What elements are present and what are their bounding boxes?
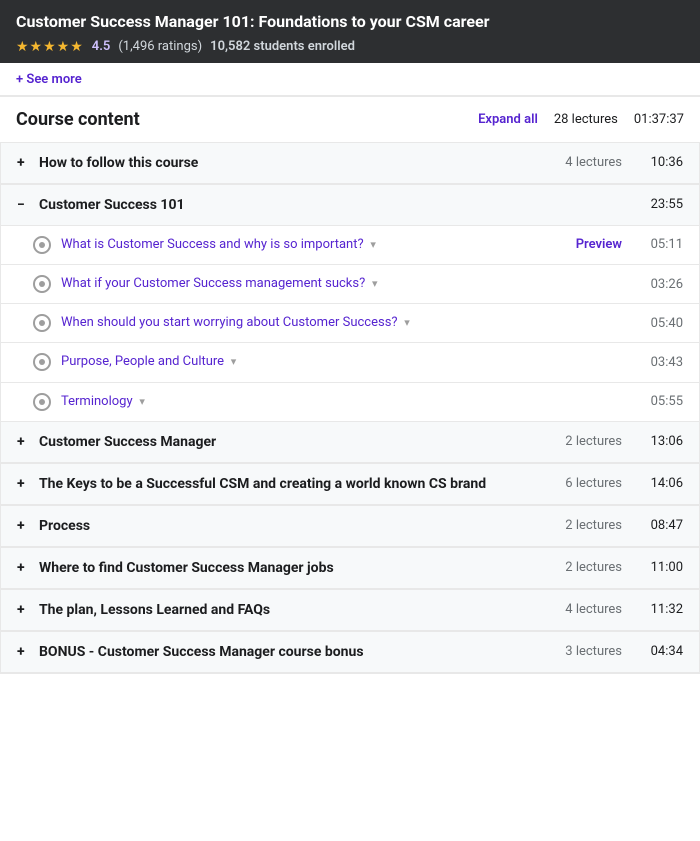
- lecture-item: What is Customer Success and why is so i…: [1, 226, 699, 265]
- section-name-1: How to follow this course: [39, 155, 565, 171]
- lecture-duration: 03:43: [638, 355, 683, 370]
- course-header: Customer Success Manager 101: Foundation…: [0, 0, 700, 63]
- section-header-5[interactable]: + Process2 lectures 08:47: [1, 506, 699, 547]
- section-lecture-count-4: 6 lectures: [565, 476, 622, 491]
- lecture-title[interactable]: When should you start worrying about Cus…: [61, 314, 638, 332]
- section-duration-3: 13:06: [638, 434, 683, 449]
- dropdown-arrow-icon: ▾: [402, 316, 410, 329]
- section-toggle-6: +: [17, 560, 29, 576]
- section-duration-4: 14:06: [638, 476, 683, 491]
- section-name-8: BONUS - Customer Success Manager course …: [39, 644, 565, 660]
- dropdown-arrow-icon: ▾: [228, 355, 236, 368]
- sections-container: +How to follow this course4 lectures10:3…: [0, 143, 700, 674]
- lecture-item: Terminology ▾05:55: [1, 383, 699, 421]
- section-header-7[interactable]: + The plan, Lessons Learned and FAQs4 lec…: [1, 590, 699, 631]
- lecture-icon: [33, 275, 51, 293]
- section-header-8[interactable]: + BONUS - Customer Success Manager course…: [1, 632, 699, 673]
- section-lecture-count-1: 4 lectures: [565, 155, 622, 170]
- lecture-duration: 05:40: [638, 316, 683, 331]
- section-name-7: The plan, Lessons Learned and FAQs: [39, 602, 565, 618]
- section-lecture-count-6: 2 lectures: [565, 560, 622, 575]
- lecture-duration: 03:26: [638, 277, 683, 292]
- section-toggle-3: +: [17, 434, 29, 450]
- lecture-icon: [33, 353, 51, 371]
- course-meta: ★★★★★ 4.5 (1,496 ratings) 10,582 student…: [16, 39, 684, 55]
- section-name-2: Customer Success 101: [39, 197, 622, 213]
- section-4: + The Keys to be a Successful CSM and cre…: [0, 464, 700, 506]
- preview-badge[interactable]: Preview: [576, 237, 622, 252]
- lecture-title[interactable]: Purpose, People and Culture ▾: [61, 353, 638, 371]
- ratings-count: (1,496 ratings): [118, 39, 202, 54]
- expand-all-button[interactable]: Expand all: [478, 112, 538, 127]
- section-name-3: Customer Success Manager: [39, 434, 565, 450]
- section-name-6: Where to find Customer Success Manager j…: [39, 560, 565, 576]
- lecture-icon: [33, 393, 51, 411]
- enrolled-count: 10,582 students enrolled: [210, 39, 355, 54]
- section-name-5: Process: [39, 518, 565, 534]
- section-3: + Customer Success Manager2 lectures 13:06: [0, 422, 700, 464]
- section-name-4: The Keys to be a Successful CSM and crea…: [39, 476, 565, 492]
- section-toggle-8: +: [17, 644, 29, 660]
- section-duration-8: 04:34: [638, 644, 683, 659]
- section-8: + BONUS - Customer Success Manager course…: [0, 632, 700, 674]
- section-header-4[interactable]: + The Keys to be a Successful CSM and cre…: [1, 464, 699, 505]
- dropdown-arrow-icon: ▾: [369, 277, 377, 290]
- dropdown-arrow-icon: ▾: [137, 395, 145, 408]
- rating-value: 4.5: [92, 39, 111, 54]
- section-header-6[interactable]: + Where to find Customer Success Manager …: [1, 548, 699, 589]
- see-more-bar: + See more: [0, 63, 700, 96]
- section-lecture-count-8: 3 lectures: [565, 644, 622, 659]
- section-duration-2: 23:55: [638, 197, 683, 212]
- section-6: + Where to find Customer Success Manager …: [0, 548, 700, 590]
- lecture-item: Purpose, People and Culture ▾03:43: [1, 343, 699, 382]
- lecture-title[interactable]: What if your Customer Success management…: [61, 275, 638, 293]
- dropdown-arrow-icon: ▾: [368, 238, 376, 251]
- lecture-icon: [33, 236, 51, 254]
- section-header-3[interactable]: + Customer Success Manager2 lectures 13:06: [1, 422, 699, 463]
- lecture-icon: [33, 314, 51, 332]
- section-toggle-4: +: [17, 476, 29, 492]
- section-lecture-count-5: 2 lectures: [565, 518, 622, 533]
- section-lecture-count-7: 4 lectures: [565, 602, 622, 617]
- course-content-header: Course content Expand all 28 lectures 01…: [0, 96, 700, 143]
- lecture-duration: 05:11: [638, 237, 683, 252]
- total-duration: 01:37:37: [634, 112, 684, 127]
- lecture-title[interactable]: What is Customer Success and why is so i…: [61, 236, 576, 254]
- section-2: −Customer Success 101 23:55 What is Custom…: [0, 185, 700, 422]
- section-5: + Process2 lectures 08:47: [0, 506, 700, 548]
- lecture-item: When should you start worrying about Cus…: [1, 304, 699, 343]
- section-header-1[interactable]: + How to follow this course4 lectures 10:3…: [1, 143, 699, 184]
- section-toggle-1: +: [17, 155, 29, 171]
- star-icons: ★★★★★: [16, 39, 84, 55]
- section-1: + How to follow this course4 lectures 10:3…: [0, 143, 700, 185]
- see-more-link[interactable]: + See more: [16, 72, 82, 87]
- section-duration-5: 08:47: [638, 518, 683, 533]
- course-content-title: Course content: [16, 109, 478, 130]
- course-title: Customer Success Manager 101: Foundation…: [16, 12, 684, 33]
- section-toggle-5: +: [17, 518, 29, 534]
- section-duration-6: 11:00: [638, 560, 683, 575]
- section-toggle-7: +: [17, 602, 29, 618]
- section-7: + The plan, Lessons Learned and FAQs4 lec…: [0, 590, 700, 632]
- total-lecture-count: 28 lectures: [554, 112, 618, 127]
- section-header-2[interactable]: −Customer Success 101 23:55: [1, 185, 699, 226]
- section-toggle-2: −: [17, 197, 29, 213]
- section-duration-7: 11:32: [638, 602, 683, 617]
- lecture-duration: 05:55: [638, 394, 683, 409]
- lecture-title[interactable]: Terminology ▾: [61, 393, 638, 411]
- section-duration-1: 10:36: [638, 155, 683, 170]
- section-lecture-count-3: 2 lectures: [565, 434, 622, 449]
- lecture-item: What if your Customer Success management…: [1, 265, 699, 304]
